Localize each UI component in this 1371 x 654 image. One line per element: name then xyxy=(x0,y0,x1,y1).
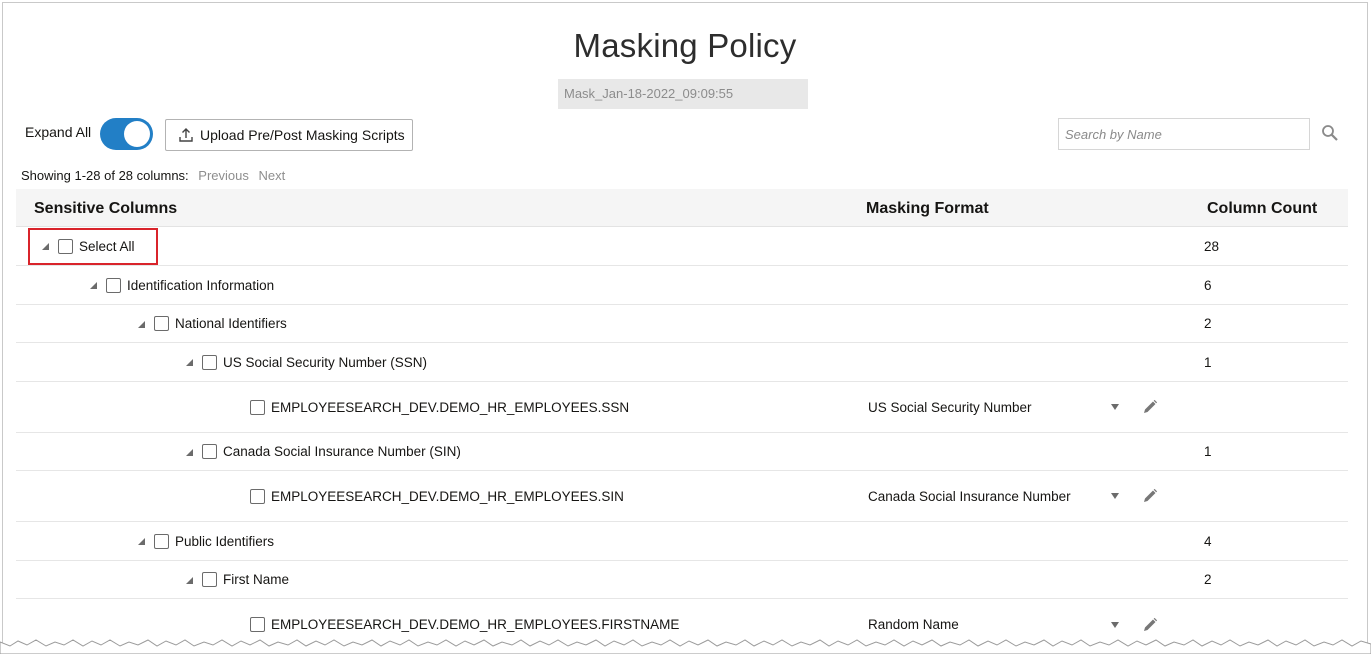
row-checkbox[interactable] xyxy=(202,354,217,370)
masking-format-value[interactable]: Canada Social Insurance Number xyxy=(868,471,1071,521)
tree-cell: EMPLOYEESEARCH_DEV.DEMO_HR_EMPLOYEES.SSN xyxy=(250,382,629,432)
collapse-triangle-icon[interactable] xyxy=(184,575,194,585)
masking-policy-panel: Masking Policy Mask_Jan-18-2022_09:09:55… xyxy=(2,2,1368,652)
tree-node-label: First Name xyxy=(223,572,290,587)
column-count: 28 xyxy=(1204,238,1220,254)
tree-node-label: Canada Social Insurance Number (SIN) xyxy=(223,444,461,459)
column-name: EMPLOYEESEARCH_DEV.DEMO_HR_EMPLOYEES.SSN xyxy=(271,399,630,415)
collapse-triangle-icon[interactable] xyxy=(88,280,98,290)
expand-all-toggle[interactable] xyxy=(100,118,153,150)
upload-scripts-button[interactable]: Upload Pre/Post Masking Scripts xyxy=(165,119,413,151)
table-row: EMPLOYEESEARCH_DEV.DEMO_HR_EMPLOYEES.SIN… xyxy=(16,471,1348,522)
row-checkbox[interactable] xyxy=(106,277,121,293)
row-checkbox[interactable] xyxy=(250,617,265,632)
pencil-icon xyxy=(1144,488,1158,502)
header-masking-format[interactable]: Masking Format xyxy=(866,200,989,218)
tree-node-label: Identification Information xyxy=(127,277,275,293)
search-input[interactable] xyxy=(1058,118,1310,150)
pencil-icon xyxy=(1144,399,1158,413)
format-dropdown[interactable] xyxy=(1110,471,1120,521)
chevron-down-icon xyxy=(1111,404,1119,410)
search-icon[interactable] xyxy=(1321,124,1339,142)
collapse-triangle-icon[interactable] xyxy=(136,319,146,329)
column-count: 2 xyxy=(1204,316,1212,331)
tree-cell: National Identifiers xyxy=(136,305,287,342)
column-count: 1 xyxy=(1204,354,1212,370)
table-row: National Identifiers 2 xyxy=(16,305,1348,343)
expand-all-label: Expand All xyxy=(25,124,92,140)
tree-node-label: National Identifiers xyxy=(175,316,287,331)
collapse-triangle-icon[interactable] xyxy=(184,357,194,367)
tree-cell: US Social Security Number (SSN) xyxy=(184,343,427,381)
upload-icon xyxy=(179,128,193,142)
column-count: 1 xyxy=(1204,444,1212,459)
tree-node-label: US Social Security Number (SSN) xyxy=(223,354,428,370)
sensitive-columns-table: Sensitive Columns Masking Format Column … xyxy=(16,189,1348,650)
select-all-highlight-box xyxy=(28,228,158,265)
column-name: EMPLOYEESEARCH_DEV.DEMO_HR_EMPLOYEES.SIN xyxy=(271,488,624,504)
tree-cell: Identification Information xyxy=(88,266,274,304)
policy-name-field: Mask_Jan-18-2022_09:09:55 xyxy=(558,79,808,109)
next-link[interactable]: Next xyxy=(258,168,285,183)
row-checkbox[interactable] xyxy=(202,572,217,587)
table-row: US Social Security Number (SSN) 1 xyxy=(16,343,1348,382)
row-checkbox[interactable] xyxy=(250,488,265,504)
edit-format-button[interactable] xyxy=(1142,471,1158,521)
tree-cell: First Name xyxy=(184,561,289,598)
pagination-bar: Showing 1-28 of 28 columns: Previous Nex… xyxy=(21,168,285,183)
tree-cell: EMPLOYEESEARCH_DEV.DEMO_HR_EMPLOYEES.SIN xyxy=(250,471,624,521)
tree-node-label: Public Identifiers xyxy=(175,533,275,549)
pencil-icon xyxy=(1144,617,1158,631)
table-row: Identification Information 6 xyxy=(16,266,1348,305)
table-row: First Name 2 xyxy=(16,561,1348,599)
tree-cell: Public Identifiers xyxy=(136,522,274,560)
page-title: Masking Policy xyxy=(573,27,797,64)
row-checkbox[interactable] xyxy=(154,533,169,549)
table-row: EMPLOYEESEARCH_DEV.DEMO_HR_EMPLOYEES.SSN… xyxy=(16,382,1348,433)
column-count: 4 xyxy=(1204,533,1212,549)
torn-edge-decoration xyxy=(0,639,1371,654)
format-dropdown[interactable] xyxy=(1110,382,1120,432)
toggle-knob xyxy=(124,121,150,147)
header-column-count[interactable]: Column Count xyxy=(1207,200,1317,218)
collapse-triangle-icon[interactable] xyxy=(136,536,146,546)
table-row: Canada Social Insurance Number (SIN) 1 xyxy=(16,433,1348,471)
collapse-triangle-icon[interactable] xyxy=(184,447,194,457)
masking-format-value[interactable]: US Social Security Number xyxy=(868,382,1032,432)
table-row: Public Identifiers 4 xyxy=(16,522,1348,561)
row-checkbox[interactable] xyxy=(250,399,265,415)
column-count: 2 xyxy=(1204,572,1212,587)
table-row: Select All 28 xyxy=(16,227,1348,266)
showing-count: Showing 1-28 of 28 columns: xyxy=(21,168,189,183)
edit-format-button[interactable] xyxy=(1142,382,1158,432)
tree-cell: Canada Social Insurance Number (SIN) xyxy=(184,433,461,470)
chevron-down-icon xyxy=(1111,493,1119,499)
upload-scripts-label: Upload Pre/Post Masking Scripts xyxy=(200,127,405,143)
column-name: EMPLOYEESEARCH_DEV.DEMO_HR_EMPLOYEES.FIR… xyxy=(271,617,680,632)
table-header: Sensitive Columns Masking Format Column … xyxy=(16,189,1348,227)
row-checkbox[interactable] xyxy=(202,444,217,459)
row-checkbox[interactable] xyxy=(154,316,169,331)
column-count: 6 xyxy=(1204,277,1212,293)
chevron-down-icon xyxy=(1111,621,1119,628)
header-sensitive-columns[interactable]: Sensitive Columns xyxy=(34,200,177,218)
previous-link[interactable]: Previous xyxy=(198,168,249,183)
